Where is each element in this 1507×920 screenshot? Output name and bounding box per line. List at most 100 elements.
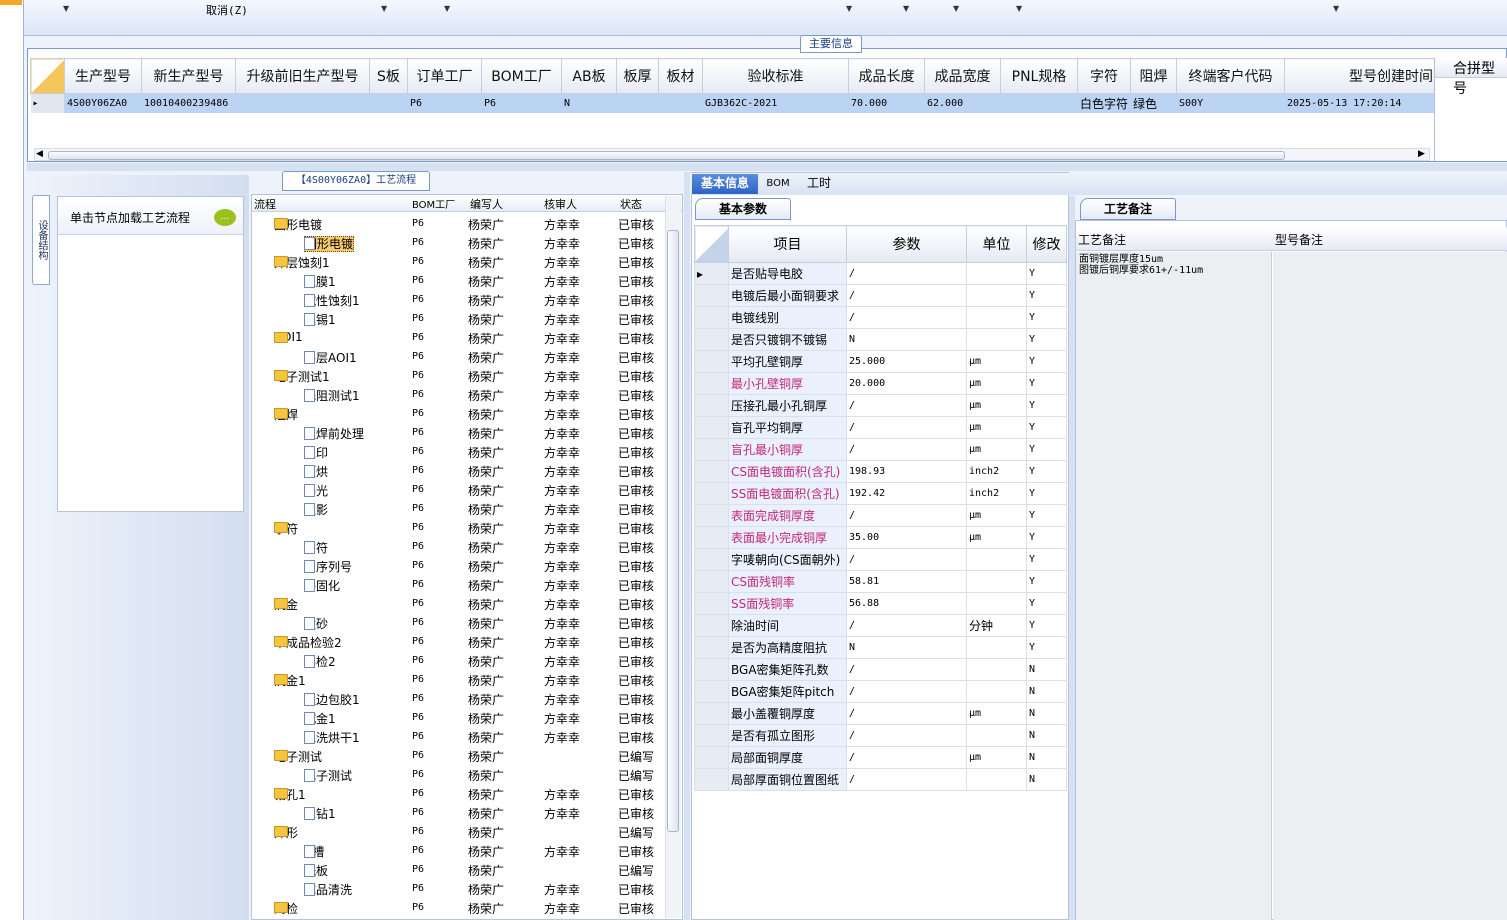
dropdown-arrow-icon[interactable]: ▼	[444, 4, 450, 13]
cell[interactable]: 绿色	[1130, 93, 1178, 113]
tree-node[interactable]: 电子测试 P6 杨荣广 已编写	[252, 765, 667, 784]
param-value[interactable]: /	[846, 284, 967, 307]
table-row[interactable]: 是否有孤立图形 / N	[694, 724, 1067, 747]
tree-node[interactable]: − 电子测试1 P6 杨荣广 方幸幸 已审核	[252, 366, 667, 385]
cell[interactable]	[235, 93, 370, 113]
tree-node[interactable]: V槽 P6 杨荣广 方幸幸 已审核	[252, 841, 667, 860]
tree-node[interactable]: 退锡1 P6 杨荣广 方幸幸 已审核	[252, 309, 667, 328]
col-flow[interactable]: 流程	[254, 196, 276, 212]
col-writer[interactable]: 编写人	[470, 196, 503, 212]
param-value[interactable]: /	[846, 416, 967, 439]
param-value[interactable]: 198.93	[846, 460, 967, 483]
tree-node[interactable]: − 沉金1 P6 杨荣广 方幸幸 已审核	[252, 670, 667, 689]
vertical-splitter[interactable]	[684, 172, 690, 920]
param-value[interactable]: 35.00	[846, 526, 967, 549]
tab-bom[interactable]: BOM	[763, 174, 793, 194]
cell[interactable]: P6	[481, 93, 562, 113]
cell[interactable]: 70.000	[848, 93, 925, 113]
cell[interactable]: 4S00Y06ZA0	[64, 93, 142, 113]
dropdown-arrow-icon[interactable]: ▼	[1333, 4, 1339, 13]
table-row[interactable]: CS面电镀面积(含孔) 198.93 inch2 Y	[694, 460, 1067, 483]
col-header[interactable]: 字符	[1076, 58, 1132, 94]
table-row[interactable]: 局部厚面铜位置图纸 / N	[694, 768, 1067, 791]
cell[interactable]: 62.000	[924, 93, 1001, 113]
tree-node[interactable]: − 终检 P6 杨荣广 方幸幸 已审核	[252, 898, 667, 917]
col-unit[interactable]: 单位	[966, 225, 1027, 263]
col-item[interactable]: 项目	[728, 225, 847, 263]
cell[interactable]: 白色字符	[1077, 93, 1132, 113]
param-value[interactable]: N	[846, 328, 967, 351]
param-value[interactable]: /	[846, 658, 967, 681]
col-modify[interactable]: 修改	[1026, 225, 1067, 263]
col-reviewer[interactable]: 核审人	[544, 196, 577, 212]
tree-node[interactable]: 半检2 P6 杨荣广 方幸幸 已审核	[252, 651, 667, 670]
col-header[interactable]: S板	[369, 58, 408, 94]
cell[interactable]: 2025-05-13 17:20:14	[1284, 93, 1439, 113]
table-row[interactable]: ▸ 是否贴导电胶 / Y	[694, 262, 1067, 285]
col-bom[interactable]: BOM工厂	[412, 196, 455, 211]
tree-node[interactable]: 外层AOI1 P6 杨荣广 方幸幸 已审核	[252, 347, 667, 366]
tree-node[interactable]: 预烘 P6 杨荣广 方幸幸 已审核	[252, 461, 667, 480]
param-value[interactable]: /	[846, 262, 967, 285]
param-value[interactable]: /	[846, 504, 967, 527]
model-remark-text[interactable]	[1273, 252, 1507, 920]
col-header[interactable]: BOM工厂	[481, 58, 562, 94]
tab-equipment-structure[interactable]: 设备结构	[32, 195, 50, 285]
tree-node[interactable]: 沉金1 P6 杨荣广 方幸幸 已审核	[252, 708, 667, 727]
param-value[interactable]: /	[846, 746, 967, 769]
param-value[interactable]: /	[846, 702, 967, 725]
col-header[interactable]: 终端客户代码	[1176, 58, 1286, 94]
cell[interactable]: GJB362C-2021	[702, 93, 849, 113]
param-value[interactable]: /	[846, 614, 967, 637]
param-value[interactable]: 20.000	[846, 372, 967, 395]
col-header[interactable]: 生产型号	[64, 58, 142, 94]
table-row[interactable]: 最小盖覆铜厚度 / μm N	[694, 702, 1067, 725]
tree-node[interactable]: 水洗烘干1 P6 杨荣广 方幸幸 已审核	[252, 727, 667, 746]
cancel-button[interactable]: 取消(Z)	[206, 2, 248, 18]
scroll-left-icon[interactable]: ◀	[36, 149, 43, 159]
process-remark-text[interactable]: 面铜镀层厚度15um 图镀后铜厚要求61+/-11um	[1076, 252, 1272, 920]
cell[interactable]	[616, 93, 659, 113]
cell[interactable]	[369, 93, 408, 113]
table-row[interactable]: BGA密集矩阵pitch / N	[694, 680, 1067, 703]
param-value[interactable]: N	[846, 636, 967, 659]
col-header[interactable]: 新生产型号	[141, 58, 236, 94]
dropdown-arrow-icon[interactable]: ▼	[953, 4, 959, 13]
table-row[interactable]: 表面最小完成铜厚 35.00 μm Y	[694, 526, 1067, 549]
table-row[interactable]: 最小孔壁铜厚 20.000 μm Y	[694, 372, 1067, 395]
param-value[interactable]: /	[846, 680, 967, 703]
cell[interactable]: S00Y	[1176, 93, 1286, 113]
tree-node[interactable]: 阻焊前处理 P6 杨荣广 方幸幸 已审核	[252, 423, 667, 442]
param-value[interactable]: 25.000	[846, 350, 967, 373]
table-row[interactable]: 盲孔最小铜厚 / μm Y	[694, 438, 1067, 461]
table-row[interactable]: BGA密集矩阵孔数 / N	[694, 658, 1067, 681]
col-header[interactable]: 型号创建时间	[1284, 58, 1439, 94]
table-row[interactable]: 电镀后最小面铜要求 / Y	[694, 284, 1067, 307]
tree-node[interactable]: 印序列号 P6 杨荣广 方幸幸 已审核	[252, 556, 667, 575]
param-value[interactable]: /	[846, 438, 967, 461]
tab-process-remarks[interactable]: 工艺备注	[1080, 198, 1176, 220]
tab-basic-params[interactable]: 基本参数	[695, 198, 791, 220]
cell[interactable]	[658, 93, 703, 113]
tree-node[interactable]: − 字符 P6 杨荣广 方幸幸 已审核	[252, 518, 667, 537]
param-value[interactable]: /	[846, 394, 967, 417]
table-row[interactable]: 电镀线别 / Y	[694, 306, 1067, 329]
tree-node[interactable]: − AOI1 P6 杨荣广 方幸幸 已审核	[252, 328, 667, 347]
table-row[interactable]: 压接孔最小孔铜厚 / μm Y	[694, 394, 1067, 417]
tree-node[interactable]: − 外层蚀刻1 P6 杨荣广 方幸幸 已审核	[252, 252, 667, 271]
tree-node[interactable]: 二钻1 P6 杨荣广 方幸幸 已审核	[252, 803, 667, 822]
horizontal-splitter[interactable]	[27, 163, 1507, 171]
tree-node[interactable]: 碱性蚀刻1 P6 杨荣广 方幸幸 已审核	[252, 290, 667, 309]
tree-node[interactable]: 喷砂 P6 杨荣广 方幸幸 已审核	[252, 613, 667, 632]
col-header[interactable]: AB板	[561, 58, 617, 94]
tree-node[interactable]: − 阻焊 P6 杨荣广 方幸幸 已审核	[252, 404, 667, 423]
tree-node[interactable]: − 沉金 P6 杨荣广 方幸幸 已审核	[252, 594, 667, 613]
table-row[interactable]: 是否只镀铜不镀锡 N Y	[694, 328, 1067, 351]
tree-node[interactable]: − 图形电镀 P6 杨荣广 方幸幸 已审核	[252, 214, 667, 233]
tree-node[interactable]: 丝印 P6 杨荣广 方幸幸 已审核	[252, 442, 667, 461]
col-header[interactable]: 验收标准	[702, 58, 849, 94]
table-row[interactable]: 除油时间 / 分钟 Y	[694, 614, 1067, 637]
col-param[interactable]: 参数	[846, 225, 967, 263]
scrollbar-thumb[interactable]	[667, 230, 679, 832]
table-row[interactable]: CS面残铜率 58.81 Y	[694, 570, 1067, 593]
